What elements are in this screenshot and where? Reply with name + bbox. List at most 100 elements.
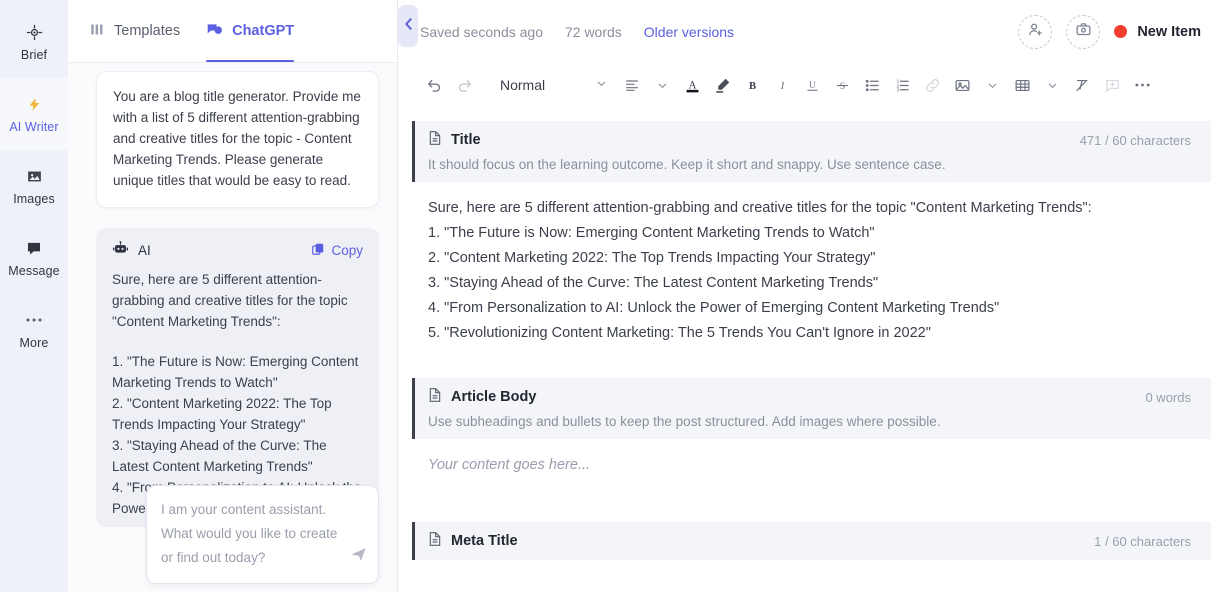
content-line: 2. "Content Marketing 2022: The Top Tren… [428,250,876,266]
sidebar-item-label: Images [13,192,55,207]
content-line: 5. "Revolutionizing Content Marketing: T… [428,325,931,341]
bullet-list-button[interactable] [858,71,886,99]
section-content[interactable]: Your content goes here... [412,439,1211,488]
content-placeholder: Your content goes here... [428,457,591,473]
section-title-label: Title [451,132,481,148]
section-counter: 1 / 60 characters [1094,533,1191,549]
tab-label: Templates [114,23,181,39]
tab-label: ChatGPT [232,23,295,39]
section-header: Title 471 / 60 characters It should focu… [412,121,1211,182]
add-brief-icon [1075,21,1092,43]
document-body: Title 471 / 60 characters It should focu… [398,107,1217,592]
tab-templates[interactable]: Templates [90,0,180,62]
editor-header: Saved seconds ago 72 words Older version… [398,0,1217,63]
redo-button[interactable] [450,71,478,99]
sidebar-item-label: Message [8,264,60,279]
text-color-button[interactable]: A [678,71,706,99]
section-content[interactable]: Sure, here are 5 different attention-gra… [412,182,1211,356]
sidebar-item-label: Brief [20,48,48,63]
app-root: Brief AI Writer Images Message More Temp… [0,0,1217,592]
copy-button[interactable]: Copy [311,242,363,259]
ai-author: AI [112,241,151,259]
sidebar-item-message[interactable]: Message [0,222,68,294]
chat-bubbles-icon [206,22,223,41]
numbered-list-button[interactable]: 123 [888,71,916,99]
bold-button[interactable]: B [738,71,766,99]
sidebar-item-ai-writer[interactable]: AI Writer [0,78,68,150]
more-options-button[interactable] [1128,71,1156,99]
highlighter-button[interactable] [708,71,736,99]
section-title-label: Article Body [451,389,537,405]
section-name: Article Body [428,387,536,407]
align-chevron-button[interactable] [648,71,676,99]
chat-input[interactable]: I am your content assistant. What would … [146,485,379,584]
sidebar-item-more[interactable]: More [0,294,68,366]
section-article-body: Article Body 0 words Use subheadings and… [412,378,1211,488]
undo-button[interactable] [420,71,448,99]
insert-table-button[interactable] [1008,71,1036,99]
add-person-button[interactable] [1018,14,1053,49]
editor-pane: Saved seconds ago 72 words Older version… [398,0,1217,592]
section-header-row: Article Body 0 words [428,387,1195,407]
target-icon [26,22,43,42]
comment-button[interactable] [1098,71,1126,99]
left-nav-rail: Brief AI Writer Images Message More [0,0,68,592]
clear-format-button[interactable] [1068,71,1096,99]
copy-label: Copy [331,242,363,258]
section-meta-title: Meta Title 1 / 60 characters [412,522,1211,560]
svg-text:3: 3 [896,87,899,93]
section-counter: 0 words [1145,389,1191,405]
image-chevron-button[interactable] [978,71,1006,99]
ai-intro-text: Sure, here are 5 different attention-gra… [112,272,348,329]
save-status: Saved seconds ago [420,23,543,40]
image-icon [25,166,44,186]
paragraph-style-value: Normal [500,77,546,93]
list-item: 1. "The Future is Now: Emerging Content … [112,354,359,390]
formatting-toolbar: Normal A B I U S 1 2 3 [398,63,1217,107]
svg-text:S: S [839,81,845,92]
word-count: 72 words [564,23,622,40]
italic-button[interactable]: I [768,71,796,99]
older-versions-link[interactable]: Older versions [644,24,734,40]
section-title-label: Meta Title [451,533,518,549]
new-item-label: New Item [1137,23,1201,40]
content-line: 3. "Staying Ahead of the Curve: The Late… [428,275,879,291]
paragraph-style-select[interactable]: Normal [490,71,610,99]
sidebar-item-brief[interactable]: Brief [0,6,68,78]
collapse-panel-button[interactable] [398,5,418,47]
content-line: 4. "From Personalization to AI: Unlock t… [428,300,1000,316]
chat-message-ai: AI Copy Sure, here are 5 different atten… [96,228,379,527]
new-item-button[interactable]: New Item [1114,24,1201,40]
section-header-row: Title 471 / 60 characters [428,130,1195,150]
chevron-left-icon [403,17,414,36]
sidebar-item-label: AI Writer [9,120,59,135]
chat-message-user: You are a blog title generator. Provide … [96,71,379,208]
list-item: 2. "Content Marketing 2022: The Top Tren… [112,396,332,432]
insert-image-button[interactable] [948,71,976,99]
section-name: Meta Title [428,531,518,551]
tab-chatgpt[interactable]: ChatGPT [206,0,295,62]
table-chevron-button[interactable] [1038,71,1066,99]
chat-composer: I am your content assistant. What would … [68,485,397,584]
sidebar-item-images[interactable]: Images [0,150,68,222]
templates-icon [90,22,105,41]
ellipsis-icon [25,310,43,330]
svg-text:U: U [809,79,816,89]
svg-text:I: I [779,81,784,92]
strikethrough-button[interactable]: S [828,71,856,99]
link-button[interactable] [918,71,946,99]
document-icon [428,531,442,551]
chat-panel: Templates ChatGPT You are a blog title g… [68,0,398,592]
document-icon [428,387,442,407]
robot-icon [112,241,129,259]
send-icon[interactable] [350,546,367,568]
section-title: Title 471 / 60 characters It should focu… [412,121,1211,356]
document-icon [428,130,442,150]
chat-message-list: You are a blog title generator. Provide … [68,63,397,592]
content-line: 1. "The Future is Now: Emerging Content … [428,225,875,241]
underline-button[interactable]: U [798,71,826,99]
section-header: Meta Title 1 / 60 characters [412,522,1211,560]
add-brief-button[interactable] [1066,14,1101,49]
align-button[interactable] [618,71,646,99]
chat-icon [25,238,43,258]
